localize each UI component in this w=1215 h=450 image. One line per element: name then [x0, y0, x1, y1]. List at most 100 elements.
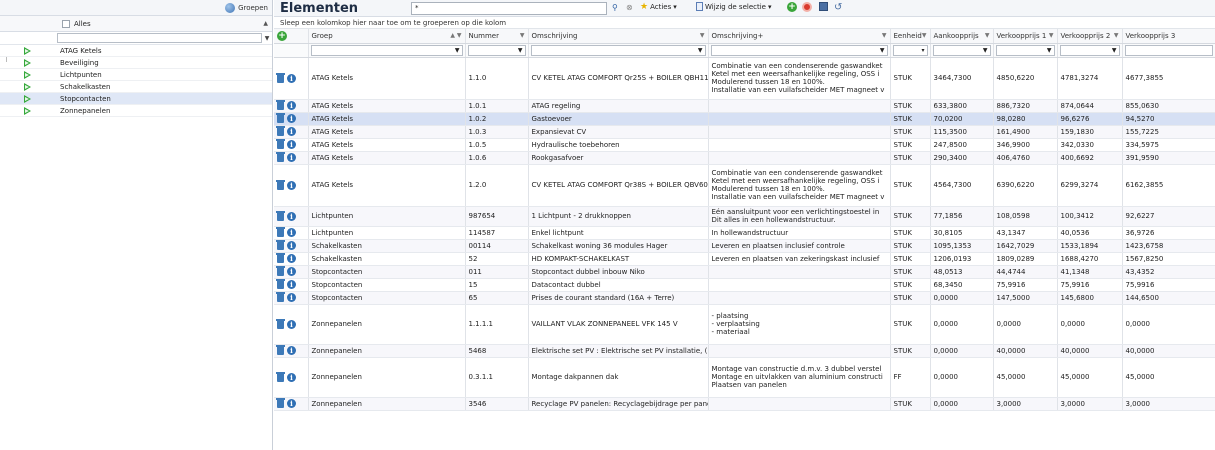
cell-verkoopprijs-3[interactable]: 3,0000	[1122, 397, 1215, 411]
cell-eenheid[interactable]: STUK	[890, 304, 931, 345]
search-icon[interactable]: ⚲	[612, 3, 618, 12]
info-icon[interactable]: i	[287, 372, 296, 382]
trash-icon[interactable]	[276, 100, 285, 110]
cell-aankoopprijs[interactable]: 0,0000	[930, 304, 994, 345]
cell-nummer[interactable]: 114587	[465, 226, 529, 240]
cell-omschrijving[interactable]: VAILLANT VLAK ZONNEPANEEL VFK 145 V	[528, 304, 709, 345]
trash-icon[interactable]	[276, 253, 285, 263]
info-icon[interactable]: i	[287, 346, 296, 355]
cell-verkoopprijs-2[interactable]: 6299,3274	[1057, 164, 1123, 207]
cell-verkoopprijs-3[interactable]: 334,5975	[1122, 138, 1215, 152]
cell-omschrijving[interactable]: Datacontact dubbel	[528, 278, 709, 292]
column-header-verkoopprijs-2[interactable]: Verkoopprijs 2 ▼	[1057, 29, 1123, 44]
cell-aankoopprijs[interactable]: 1095,1353	[930, 239, 994, 253]
cell-omschrijving-plus[interactable]	[708, 138, 891, 152]
cell-aankoopprijs[interactable]: 1206,0193	[930, 252, 994, 266]
table-row[interactable]: i Stopcontacten 15 Datacontact dubbel STUK 68…	[274, 278, 1215, 292]
info-icon[interactable]: i	[287, 228, 296, 237]
cell-omschrijving-plus[interactable]: - plaatsing - verplaatsing - materiaal	[708, 304, 891, 345]
cell-verkoopprijs-1[interactable]: 406,4760	[993, 151, 1058, 165]
cell-groep[interactable]: Schakelkasten	[308, 252, 466, 266]
cell-eenheid[interactable]: STUK	[890, 206, 931, 227]
trash-icon[interactable]	[276, 279, 285, 289]
cell-verkoopprijs-3[interactable]: 4677,3855	[1122, 57, 1215, 100]
column-header-omschrijving[interactable]: Omschrijving ▼	[528, 29, 709, 44]
info-icon[interactable]: i	[287, 267, 296, 276]
cell-omschrijving-plus[interactable]	[708, 291, 891, 305]
cell-omschrijving-plus[interactable]: Montage van constructie d.m.v. 3 dubbel …	[708, 357, 891, 398]
cell-verkoopprijs-3[interactable]: 1423,6758	[1122, 239, 1215, 253]
cell-aankoopprijs[interactable]: 0,0000	[930, 357, 994, 398]
cell-groep[interactable]: ATAG Ketels	[308, 164, 466, 207]
filter-input-groep[interactable]: ▼	[310, 44, 463, 56]
cell-nummer[interactable]: 3546	[465, 397, 529, 411]
cell-verkoopprijs-2[interactable]: 96,6276	[1057, 112, 1123, 126]
group-list-item[interactable]: Lichtpunten	[0, 69, 272, 81]
sort-filter-icon[interactable]: ▲ ▼	[450, 32, 461, 39]
cell-nummer[interactable]: 987654	[465, 206, 529, 227]
cell-omschrijving[interactable]: 1 Lichtpunt - 2 drukknoppen	[528, 206, 709, 227]
info-icon[interactable]: i	[287, 140, 296, 149]
filter-icon[interactable]: ▼	[520, 32, 525, 39]
info-icon[interactable]: i	[287, 73, 296, 83]
info-icon[interactable]: i	[287, 399, 296, 408]
cell-eenheid[interactable]: STUK	[890, 239, 931, 253]
cell-verkoopprijs-2[interactable]: 400,6692	[1057, 151, 1123, 165]
cell-nummer[interactable]: 0.3.1.1	[465, 357, 529, 398]
cell-verkoopprijs-1[interactable]: 346,9900	[993, 138, 1058, 152]
cell-verkoopprijs-1[interactable]: 147,5000	[993, 291, 1058, 305]
cell-verkoopprijs-2[interactable]: 1688,4270	[1057, 252, 1123, 266]
cell-verkoopprijs-3[interactable]: 43,4352	[1122, 265, 1215, 279]
filter-input-verkoopprijs-1[interactable]: ▼	[995, 44, 1055, 56]
column-header-verkoopprijs-1[interactable]: Verkoopprijs 1 ▼	[993, 29, 1058, 44]
cell-aankoopprijs[interactable]: 30,8105	[930, 226, 994, 240]
cell-verkoopprijs-3[interactable]: 75,9916	[1122, 278, 1215, 292]
cell-verkoopprijs-3[interactable]: 40,0000	[1122, 344, 1215, 358]
cell-verkoopprijs-2[interactable]: 1533,1894	[1057, 239, 1123, 253]
cell-aankoopprijs[interactable]: 48,0513	[930, 265, 994, 279]
cell-nummer[interactable]: 52	[465, 252, 529, 266]
cell-aankoopprijs[interactable]: 247,8500	[930, 138, 994, 152]
cell-eenheid[interactable]: STUK	[890, 112, 931, 126]
cell-eenheid[interactable]: STUK	[890, 151, 931, 165]
cell-aankoopprijs[interactable]: 633,3800	[930, 99, 994, 113]
cell-groep[interactable]: Stopcontacten	[308, 278, 466, 292]
cell-eenheid[interactable]: FF	[890, 357, 931, 398]
cell-groep[interactable]: Lichtpunten	[308, 226, 466, 240]
filter-input-omschrijving[interactable]: ▼	[530, 44, 706, 56]
cell-aankoopprijs[interactable]: 3464,7300	[930, 57, 994, 100]
select-all-checkbox[interactable]	[62, 19, 70, 28]
column-header-groep[interactable]: Groep ▲ ▼	[308, 29, 466, 44]
groups-button[interactable]: Groepen	[225, 2, 268, 13]
column-header-omschrijving-plus[interactable]: Omschrijving+ ▼	[708, 29, 891, 44]
group-list-item[interactable]: Stopcontacten	[0, 93, 272, 105]
cell-omschrijving[interactable]: CV KETEL ATAG COMFORT Qr25S + BOILER QBH…	[528, 57, 709, 100]
cell-groep[interactable]: Zonnepanelen	[308, 344, 466, 358]
cell-groep[interactable]: Zonnepanelen	[308, 397, 466, 411]
cell-groep[interactable]: Schakelkasten	[308, 239, 466, 253]
cell-aankoopprijs[interactable]: 4564,7300	[930, 164, 994, 207]
cell-eenheid[interactable]: STUK	[890, 344, 931, 358]
filter-icon[interactable]: ▼	[700, 32, 705, 39]
cell-verkoopprijs-2[interactable]: 100,3412	[1057, 206, 1123, 227]
cell-verkoopprijs-1[interactable]: 98,0280	[993, 112, 1058, 126]
trash-icon[interactable]	[276, 266, 285, 276]
cell-groep[interactable]: ATAG Ketels	[308, 99, 466, 113]
trash-icon[interactable]	[276, 240, 285, 250]
cell-groep[interactable]: ATAG Ketels	[308, 138, 466, 152]
cell-omschrijving[interactable]: Elektrische set PV : Elektrische set PV …	[528, 344, 709, 358]
table-row[interactable]: i ATAG Ketels 1.2.0 CV KETEL ATAG COMFORT Q…	[274, 164, 1215, 207]
cell-verkoopprijs-1[interactable]: 40,0000	[993, 344, 1058, 358]
cell-eenheid[interactable]: STUK	[890, 278, 931, 292]
info-icon[interactable]: i	[287, 211, 296, 221]
cell-nummer[interactable]: 1.1.0	[465, 57, 529, 100]
cell-eenheid[interactable]: STUK	[890, 252, 931, 266]
cell-eenheid[interactable]: STUK	[890, 291, 931, 305]
filter-input-omschrijving-plus[interactable]: ▼	[710, 44, 888, 56]
cell-verkoopprijs-3[interactable]: 1567,8250	[1122, 252, 1215, 266]
cell-nummer[interactable]: 5468	[465, 344, 529, 358]
cell-verkoopprijs-1[interactable]: 1642,7029	[993, 239, 1058, 253]
trash-icon[interactable]	[276, 398, 285, 408]
cell-nummer[interactable]: 011	[465, 265, 529, 279]
trash-icon[interactable]	[276, 371, 285, 382]
